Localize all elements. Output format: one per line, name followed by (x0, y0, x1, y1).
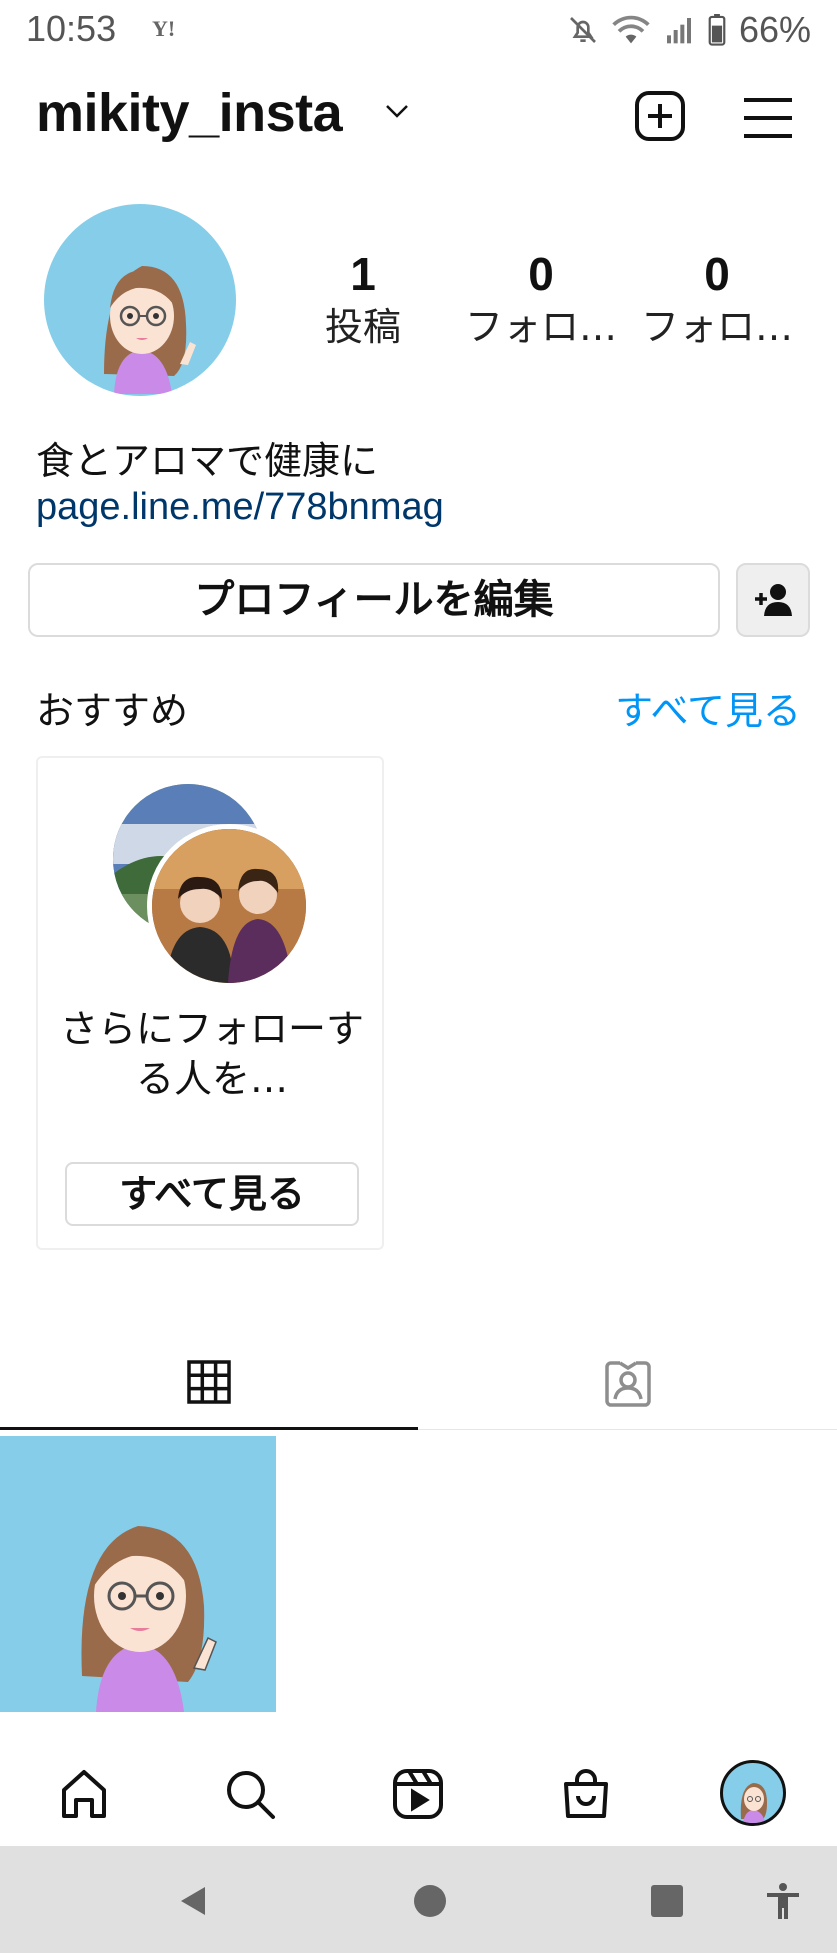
grid-icon (187, 1359, 231, 1404)
home-icon (62, 1770, 106, 1818)
following-count: 0 (704, 248, 730, 300)
nav-home[interactable] (52, 1762, 116, 1826)
post-thumbnail[interactable] (0, 1436, 276, 1712)
mute-bell-icon (569, 17, 596, 43)
home-circle-icon (414, 1885, 446, 1917)
bio-link[interactable]: page.line.me/778bnmag (36, 486, 444, 529)
system-accessibility[interactable] (758, 1876, 808, 1926)
bio-text: 食とアロマで健康に (36, 439, 379, 483)
nav-shop[interactable] (554, 1762, 618, 1826)
posts-count: 1 (350, 248, 376, 300)
discover-people-button[interactable] (736, 563, 810, 637)
see-all-link[interactable]: すべて見る (615, 680, 801, 735)
system-nav-bar (0, 1846, 837, 1953)
following-stat[interactable]: 0 フォロ… (632, 248, 802, 354)
recents-square-icon (651, 1885, 683, 1917)
wifi-icon (612, 15, 650, 44)
posts-stat[interactable]: 1 投稿 (278, 248, 448, 354)
back-triangle-icon (181, 1887, 205, 1915)
system-recents[interactable] (642, 1876, 692, 1926)
battery-icon (708, 14, 726, 46)
suggestion-card-text: さらにフォローする人を… (59, 1007, 364, 1101)
profile-tabs (0, 1336, 837, 1430)
system-back[interactable] (168, 1876, 218, 1926)
edit-profile-button[interactable]: プロフィールを編集 (28, 563, 720, 637)
tab-tagged[interactable] (419, 1336, 837, 1430)
profile-avatar[interactable] (44, 204, 236, 396)
signal-icon (666, 18, 691, 44)
suggestion-see-all-button[interactable]: すべて見る (65, 1162, 359, 1226)
following-label: フォロ… (640, 305, 793, 349)
people-photo (152, 829, 306, 983)
post-illustration (81, 1526, 217, 1712)
profile-header: mikity_insta (0, 76, 837, 160)
status-bar: 10:53 Y! 66% (0, 0, 837, 60)
tagged-icon (605, 1361, 651, 1407)
posts-label: 投稿 (324, 305, 401, 349)
suggestion-card[interactable]: さらにフォローする人を… すべて見る (36, 756, 384, 1250)
followers-label: フォロ… (464, 305, 617, 349)
new-post-icon[interactable] (632, 88, 688, 144)
nav-search[interactable] (218, 1762, 282, 1826)
username-switcher[interactable]: mikity_insta (36, 82, 343, 144)
search-icon (227, 1771, 275, 1819)
shop-icon (564, 1769, 608, 1818)
reels-icon (393, 1769, 443, 1819)
menu-icon[interactable] (740, 90, 796, 146)
status-time: 10:53 (26, 8, 117, 49)
nav-profile-avatar[interactable] (720, 1760, 786, 1826)
suggestions-title: おすすめ (36, 689, 189, 733)
add-user-icon (755, 584, 792, 616)
bottom-nav (0, 1742, 837, 1846)
nav-reels[interactable] (386, 1762, 450, 1826)
chevron-down-icon[interactable] (384, 102, 410, 120)
system-home[interactable] (405, 1876, 455, 1926)
avatar-illustration (104, 266, 196, 394)
status-icons: 66% (567, 8, 811, 52)
accessibility-icon (767, 1883, 799, 1919)
suggestion-photo-front (147, 824, 311, 988)
yahoo-icon: Y! (152, 16, 176, 41)
avatar-mini-illustration (740, 1783, 767, 1823)
tab-grid[interactable] (0, 1336, 418, 1430)
followers-count: 0 (528, 248, 554, 300)
battery-percent: 66% (738, 9, 811, 50)
followers-stat[interactable]: 0 フォロ… (456, 248, 626, 354)
